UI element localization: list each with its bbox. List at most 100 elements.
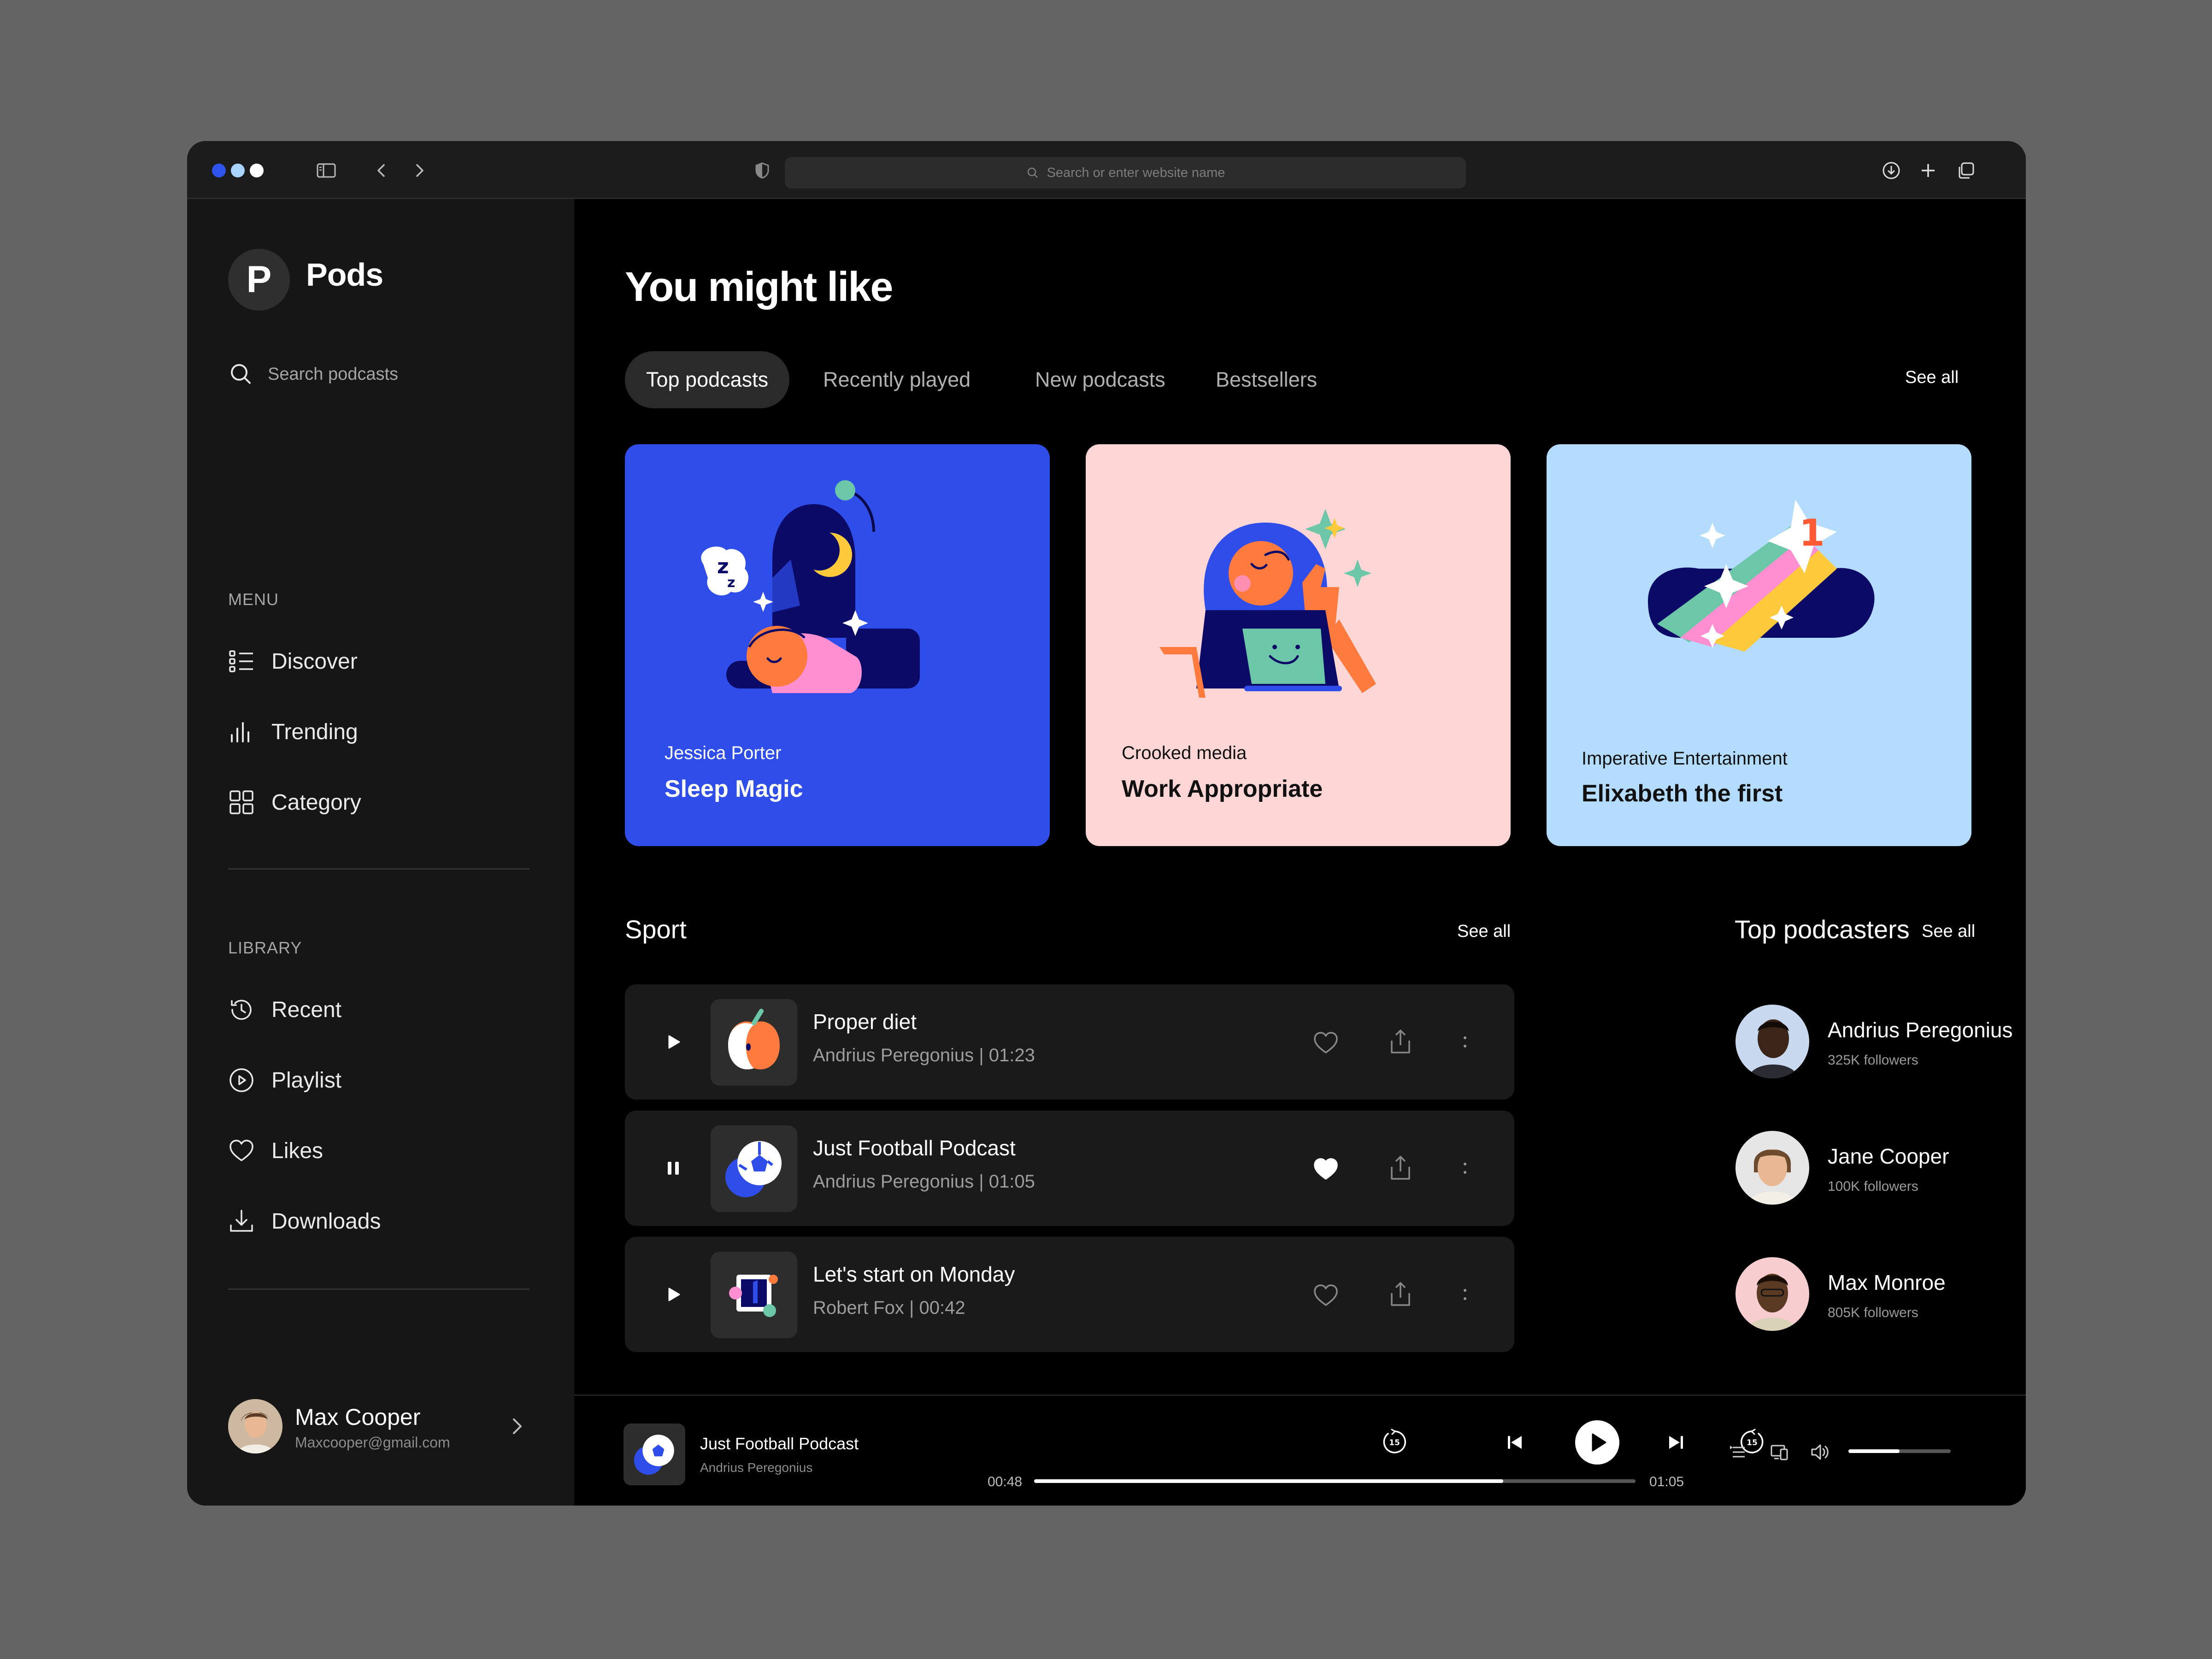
section-title-top-podcasters: Top podcasters (1735, 915, 1910, 944)
sidebar-item-trending[interactable]: Trending (228, 718, 358, 745)
volume-icon[interactable] (1809, 1441, 1831, 1463)
sleep-illustration: z z (701, 480, 920, 693)
see-all-sport-link[interactable]: See all (1457, 922, 1511, 941)
next-icon[interactable] (1665, 1432, 1687, 1453)
podcaster-item[interactable]: Andrius Peregonius 325K followers (1735, 1005, 2026, 1083)
card-title: Sleep Magic (665, 776, 803, 802)
tab-bestsellers[interactable]: Bestsellers (1216, 351, 1317, 408)
podcast-card-elixabeth-the-first[interactable]: 1 Imperative Entertainment Elixabeth the… (1547, 444, 1971, 846)
divider (228, 1288, 529, 1290)
podcaster-followers: 805K followers (1828, 1305, 1918, 1320)
play-icon[interactable] (662, 1030, 685, 1053)
card-title: Elixabeth the first (1582, 780, 1783, 807)
svg-text:z: z (727, 575, 735, 591)
share-icon[interactable] (1386, 1028, 1415, 1056)
episode-title: Proper diet (813, 1010, 917, 1034)
podcaster-name: Andrius Peregonius (1828, 1018, 2013, 1042)
like-heart-icon[interactable] (1312, 1029, 1340, 1057)
list-icon (229, 650, 253, 672)
play-button[interactable] (1575, 1420, 1619, 1465)
sidebar-item-likes[interactable]: Likes (228, 1137, 323, 1164)
shield-icon[interactable] (752, 160, 772, 181)
main-content: You might like Top podcasts Recently pla… (574, 199, 2026, 1506)
previous-icon[interactable] (1504, 1432, 1525, 1453)
episode-row[interactable]: Let's start on Monday Robert Fox | 00:42 (625, 1237, 1514, 1352)
card-title: Work Appropriate (1122, 776, 1323, 802)
search-input[interactable]: Search podcasts (228, 361, 398, 387)
logo[interactable]: P (228, 249, 290, 311)
svg-text:1: 1 (1799, 512, 1825, 554)
queue-icon[interactable] (1728, 1442, 1748, 1462)
sidebar-item-recent[interactable]: Recent (228, 996, 341, 1023)
browser-window: Search or enter website name P Pods Sear… (187, 141, 2026, 1506)
tab-top-podcasts[interactable]: Top podcasts (625, 351, 790, 408)
share-icon[interactable] (1386, 1280, 1415, 1309)
browser-toolbar: Search or enter website name (187, 141, 2026, 199)
avatar (1735, 1005, 1809, 1078)
more-vertical-icon[interactable] (1458, 1157, 1472, 1180)
sidebar-item-category[interactable]: Category (228, 789, 361, 816)
volume-slider[interactable] (1848, 1449, 1951, 1453)
episode-thumbnail (711, 1125, 797, 1212)
app-name: Pods (306, 257, 383, 293)
more-vertical-icon[interactable] (1458, 1030, 1472, 1053)
section-title-sport: Sport (625, 915, 687, 944)
forward-icon[interactable] (409, 160, 429, 181)
tabs-overview-icon[interactable] (1956, 160, 1976, 181)
share-icon[interactable] (1386, 1154, 1415, 1182)
menu-label: MENU (228, 590, 279, 609)
podcaster-item[interactable]: Max Monroe 805K followers (1735, 1257, 2026, 1335)
liked-heart-icon[interactable] (1312, 1155, 1340, 1183)
sidebar-item-label: Trending (271, 719, 358, 744)
window-dot-maximize[interactable] (250, 164, 264, 177)
tab-new-podcasts[interactable]: New podcasts (1035, 351, 1165, 408)
card-author: Jessica Porter (665, 743, 782, 763)
new-tab-icon[interactable] (1918, 160, 1938, 181)
sidebar-toggle-icon[interactable] (316, 160, 336, 181)
play-icon[interactable] (662, 1283, 685, 1306)
player-bar: Just Football Podcast Andrius Peregonius… (574, 1394, 2026, 1506)
search-icon (1027, 167, 1038, 178)
window-dot-close[interactable] (212, 164, 226, 177)
devices-icon[interactable] (1770, 1442, 1790, 1462)
podcast-card-sleep-magic[interactable]: z z Jessica Porter Sleep Magic (625, 444, 1050, 846)
sidebar: P Pods Search podcasts MENU Discover Tre… (187, 199, 574, 1506)
episode-title: Let's start on Monday (813, 1262, 1015, 1286)
chevron-right-icon[interactable] (505, 1414, 529, 1439)
see-all-link[interactable]: See all (1905, 368, 1959, 388)
address-bar[interactable]: Search or enter website name (785, 157, 1466, 188)
pause-icon[interactable] (662, 1157, 685, 1180)
work-illustration (1159, 509, 1376, 698)
progress-fill (1034, 1479, 1503, 1483)
sidebar-item-label: Category (271, 790, 361, 815)
sidebar-item-label: Discover (271, 649, 358, 674)
like-heart-icon[interactable] (1312, 1281, 1340, 1310)
back-icon[interactable] (371, 160, 392, 181)
episode-row[interactable]: Proper diet Andrius Peregonius | 01:23 (625, 984, 1514, 1100)
library-label: LIBRARY (228, 938, 302, 957)
progress-bar[interactable] (1034, 1479, 1635, 1483)
more-vertical-icon[interactable] (1458, 1283, 1472, 1306)
current-time: 00:48 (988, 1474, 1023, 1489)
tab-recently-played[interactable]: Recently played (823, 351, 971, 408)
search-icon (231, 364, 251, 384)
episode-title: Just Football Podcast (813, 1136, 1016, 1160)
user-profile[interactable]: Max Cooper Maxcooper@gmail.com (228, 1399, 532, 1454)
sidebar-item-discover[interactable]: Discover (228, 648, 358, 675)
download-circle-icon[interactable] (1881, 160, 1901, 181)
rewind-15-icon[interactable]: 15 (1381, 1428, 1408, 1456)
episode-meta: Robert Fox | 00:42 (813, 1298, 965, 1318)
podcaster-followers: 100K followers (1828, 1179, 1918, 1194)
sidebar-item-downloads[interactable]: Downloads (228, 1208, 381, 1235)
duration: 01:05 (1649, 1474, 1684, 1489)
episode-thumbnail (711, 999, 797, 1086)
podcaster-item[interactable]: Jane Cooper 100K followers (1735, 1131, 2026, 1209)
episode-row[interactable]: Just Football Podcast Andrius Peregonius… (625, 1111, 1514, 1226)
divider (228, 868, 529, 870)
podcast-card-work-appropriate[interactable]: Crooked media Work Appropriate (1086, 444, 1511, 846)
user-email: Maxcooper@gmail.com (295, 1434, 450, 1451)
sidebar-item-playlist[interactable]: Playlist (228, 1067, 341, 1094)
see-all-podcasters-link[interactable]: See all (1922, 922, 1975, 941)
window-dot-minimize[interactable] (231, 164, 245, 177)
avatar (228, 1399, 282, 1453)
